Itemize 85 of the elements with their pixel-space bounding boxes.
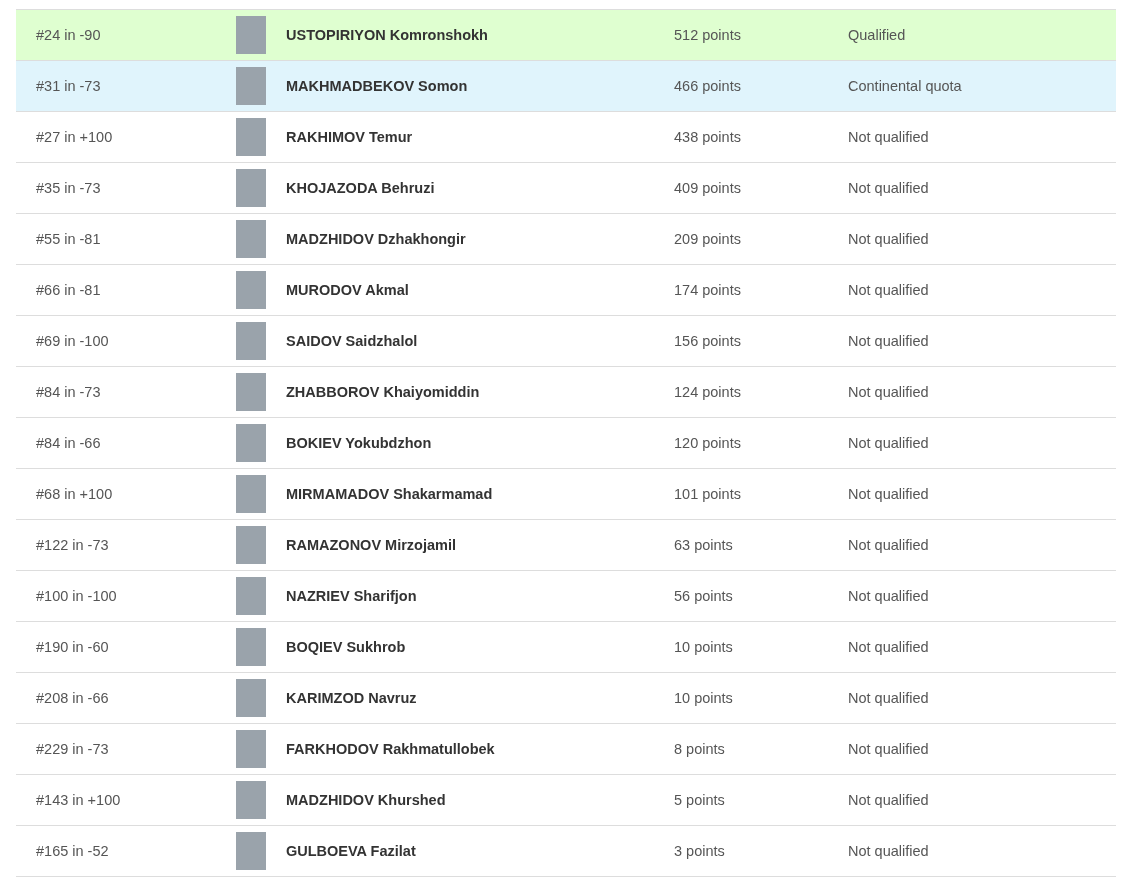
rank-text: #84 in -73 xyxy=(36,384,102,400)
photo-placeholder xyxy=(236,169,266,207)
photo-placeholder xyxy=(236,679,266,717)
rank-text: #100 in -100 xyxy=(36,588,118,604)
photo-placeholder xyxy=(236,781,266,819)
rank-text: #122 in -73 xyxy=(36,537,110,553)
status-text: Not qualified xyxy=(848,690,930,706)
athlete-name: FARKHODOV Rakhmatullobek xyxy=(286,741,496,757)
photo-placeholder xyxy=(236,424,266,462)
status-text: Not qualified xyxy=(848,435,930,451)
athlete-name: MURODOV Akmal xyxy=(286,282,410,298)
rank-text: #66 in -81 xyxy=(36,282,102,298)
points-text: 120 points xyxy=(674,435,742,451)
points-text: 101 points xyxy=(674,486,742,502)
rank-text: #143 in +100 xyxy=(36,792,122,808)
points-text: 512 points xyxy=(674,27,742,43)
status-text: Not qualified xyxy=(848,537,930,553)
athlete-name: RAMAZONOV Mirzojamil xyxy=(286,537,457,553)
photo-placeholder xyxy=(236,832,266,870)
photo-placeholder xyxy=(236,67,266,105)
photo-placeholder xyxy=(236,118,266,156)
status-text: Not qualified xyxy=(848,843,930,859)
photo-placeholder xyxy=(236,373,266,411)
rank-text: #229 in -73 xyxy=(36,741,110,757)
athlete-name: USTOPIRIYON Komronshokh xyxy=(286,27,489,43)
points-text: 5 points xyxy=(674,792,726,808)
rank-text: #27 in +100 xyxy=(36,129,114,145)
status-text: Continental quota xyxy=(848,78,963,94)
status-text: Not qualified xyxy=(848,741,930,757)
athlete-name: MAKHMADBEKOV Somon xyxy=(286,78,469,94)
rank-text: #55 in -81 xyxy=(36,231,102,247)
points-text: 466 points xyxy=(674,78,742,94)
points-text: 438 points xyxy=(674,129,742,145)
points-text: 10 points xyxy=(674,690,734,706)
points-text: 3 points xyxy=(674,843,726,859)
rank-text: #68 in +100 xyxy=(36,486,114,502)
status-text: Not qualified xyxy=(848,129,930,145)
photo-placeholder xyxy=(236,526,266,564)
status-text: Not qualified xyxy=(848,384,930,400)
status-text: Not qualified xyxy=(848,282,930,298)
points-text: 8 points xyxy=(674,741,726,757)
status-text: Not qualified xyxy=(848,180,930,196)
points-text: 56 points xyxy=(674,588,734,604)
athlete-name: BOQIEV Sukhrob xyxy=(286,639,407,655)
athlete-name: GULBOEVA Fazilat xyxy=(286,843,417,859)
status-text: Not qualified xyxy=(848,231,930,247)
photo-placeholder xyxy=(236,271,266,309)
rank-text: #84 in -66 xyxy=(36,435,102,451)
athlete-name: KARIMZOD Navruz xyxy=(286,690,418,706)
athlete-name: NAZRIEV Sharifjon xyxy=(286,588,418,604)
photo-placeholder xyxy=(236,16,266,54)
athlete-name: MADZHIDOV Dzhakhongir xyxy=(286,231,467,247)
photo-placeholder xyxy=(236,730,266,768)
status-text: Not qualified xyxy=(848,639,930,655)
rank-text: #165 in -52 xyxy=(36,843,110,859)
points-text: 10 points xyxy=(674,639,734,655)
rank-text: #208 in -66 xyxy=(36,690,110,706)
rank-text: #190 in -60 xyxy=(36,639,110,655)
status-text: Not qualified xyxy=(848,588,930,604)
points-text: 209 points xyxy=(674,231,742,247)
rank-text: #69 in -100 xyxy=(36,333,110,349)
rank-text: #35 in -73 xyxy=(36,180,102,196)
status-text: Not qualified xyxy=(848,486,930,502)
athlete-name: RAKHIMOV Temur xyxy=(286,129,414,145)
status-text: Qualified xyxy=(848,27,907,43)
athlete-name: ZHABBOROV Khaiyomiddin xyxy=(286,384,481,400)
points-text: 174 points xyxy=(674,282,742,298)
photo-placeholder xyxy=(236,577,266,615)
status-text: Not qualified xyxy=(848,792,930,808)
rank-text: #24 in -90 xyxy=(36,27,102,43)
photo-placeholder xyxy=(236,628,266,666)
athlete-name: MIRMAMADOV Shakarmamad xyxy=(286,486,494,502)
athlete-name: KHOJAZODA Behruzi xyxy=(286,180,436,196)
athlete-name: SAIDOV Saidzhalol xyxy=(286,333,419,349)
photo-placeholder xyxy=(236,322,266,360)
points-text: 409 points xyxy=(674,180,742,196)
rank-text: #31 in -73 xyxy=(36,78,102,94)
athlete-name: MADZHIDOV Khurshed xyxy=(286,792,447,808)
athlete-name: BOKIEV Yokubdzhon xyxy=(286,435,433,451)
photo-placeholder xyxy=(236,475,266,513)
points-text: 124 points xyxy=(674,384,742,400)
status-text: Not qualified xyxy=(848,333,930,349)
points-text: 156 points xyxy=(674,333,742,349)
photo-placeholder xyxy=(236,220,266,258)
points-text: 63 points xyxy=(674,537,734,553)
